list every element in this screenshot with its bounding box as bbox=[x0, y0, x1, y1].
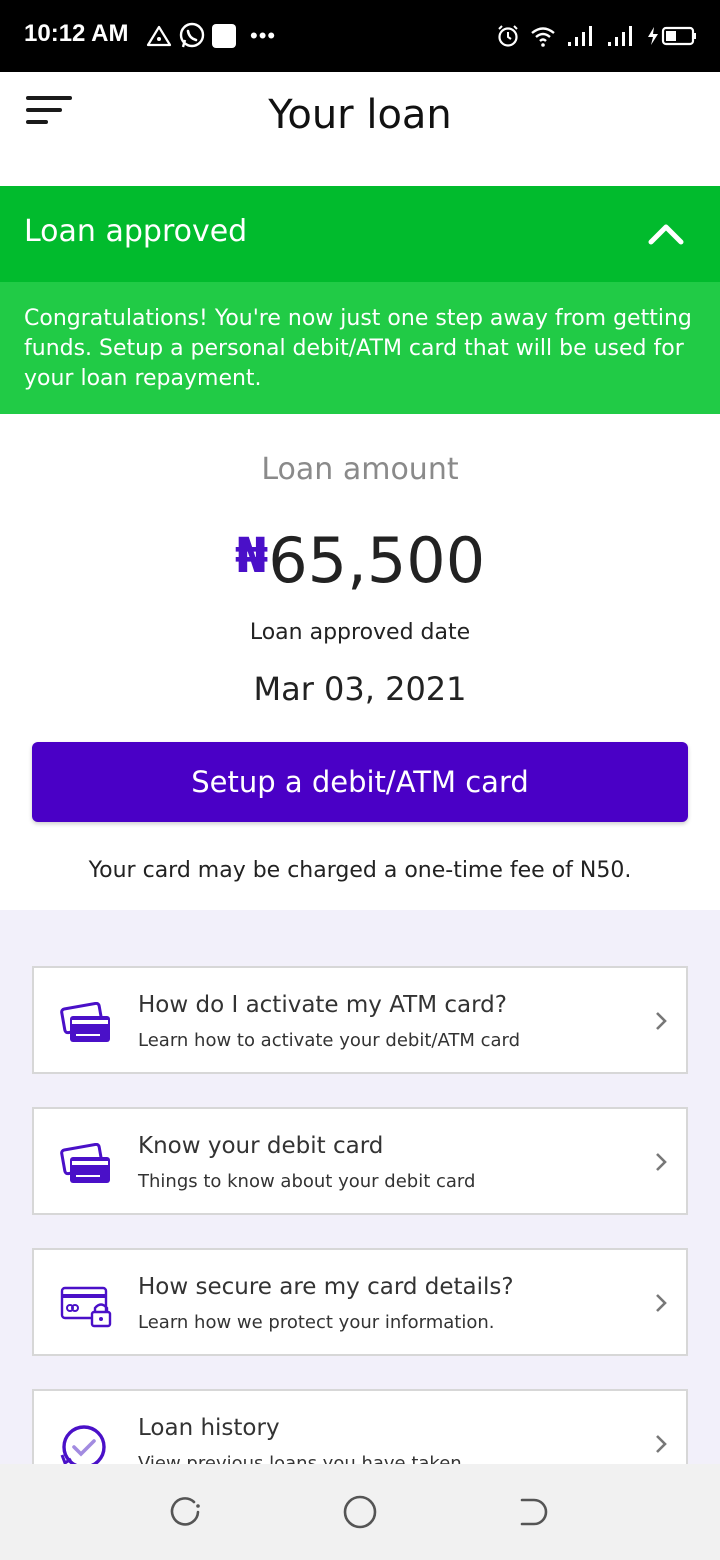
info-item-subtitle: View previous loans you have taken bbox=[138, 1453, 462, 1464]
info-item-subtitle: Learn how to activate your debit/ATM car… bbox=[138, 1030, 521, 1051]
signal-icon bbox=[568, 26, 592, 46]
signal-icon bbox=[608, 26, 632, 46]
loan-amount-label: Loan amount bbox=[261, 452, 459, 487]
wifi-icon bbox=[531, 27, 555, 47]
info-item-title: Loan history bbox=[138, 1415, 280, 1441]
recents-icon[interactable] bbox=[168, 1494, 204, 1530]
alarm-icon bbox=[498, 25, 518, 47]
info-item-title: How secure are my card details? bbox=[138, 1274, 514, 1300]
info-item-subtitle: Learn how we protect your information. bbox=[138, 1312, 495, 1333]
loan-amount: ₦65,500 bbox=[0, 524, 720, 597]
approved-date: Mar 03, 2021 bbox=[253, 670, 467, 708]
whatsapp-icon bbox=[179, 22, 205, 48]
chevron-right-icon bbox=[656, 1153, 667, 1171]
home-icon[interactable] bbox=[342, 1494, 378, 1530]
battery-charging-icon bbox=[648, 26, 696, 46]
info-item-subtitle: Things to know about your debit card bbox=[138, 1171, 476, 1192]
status-left-icons: ••• bbox=[146, 22, 276, 50]
chevron-right-icon bbox=[656, 1294, 667, 1312]
banner-message: Congratulations! You're now just one ste… bbox=[24, 306, 692, 391]
banner-title: Loan approved bbox=[24, 214, 248, 249]
loan-approved-banner-body: Congratulations! You're now just one ste… bbox=[0, 282, 720, 414]
card-lock-icon bbox=[60, 1286, 112, 1328]
approved-date-label: Loan approved date bbox=[249, 620, 471, 645]
page-title: Your loan bbox=[268, 92, 452, 138]
credit-cards-icon bbox=[60, 1143, 110, 1183]
loan-approved-banner-header[interactable]: Loan approved bbox=[0, 186, 720, 282]
fee-note: Your card may be charged a one-time fee … bbox=[88, 858, 632, 883]
chevron-up-icon[interactable] bbox=[646, 216, 686, 252]
chevron-right-icon bbox=[656, 1012, 667, 1030]
loan-amount-value: 65,500 bbox=[268, 524, 486, 597]
app-square-icon bbox=[212, 24, 236, 48]
info-item-activate-card[interactable]: How do I activate my ATM card? Learn how… bbox=[32, 966, 688, 1074]
info-item-title: Know your debit card bbox=[138, 1133, 384, 1159]
currency-symbol: ₦ bbox=[234, 528, 269, 584]
info-item-title: How do I activate my ATM card? bbox=[138, 992, 507, 1018]
chevron-right-icon bbox=[656, 1435, 667, 1453]
more-dots-icon: ••• bbox=[250, 23, 277, 48]
back-icon[interactable] bbox=[516, 1494, 552, 1530]
info-item-loan-history[interactable]: Loan history View previous loans you hav… bbox=[32, 1389, 688, 1464]
info-item-card-security[interactable]: How secure are my card details? Learn ho… bbox=[32, 1248, 688, 1356]
status-right-icons bbox=[496, 22, 698, 50]
system-nav-bar bbox=[0, 1464, 720, 1560]
status-time: 10:12 AM bbox=[24, 20, 129, 47]
app-header: Your loan bbox=[0, 72, 720, 186]
status-bar: 10:12 AM ••• bbox=[0, 0, 720, 72]
alert-triangle-icon bbox=[146, 25, 172, 47]
info-item-know-debit-card[interactable]: Know your debit card Things to know abou… bbox=[32, 1107, 688, 1215]
history-check-icon bbox=[60, 1425, 106, 1464]
setup-card-button[interactable]: Setup a debit/ATM card bbox=[32, 742, 688, 822]
info-list: How do I activate my ATM card? Learn how… bbox=[0, 910, 720, 1464]
credit-cards-icon bbox=[60, 1002, 110, 1042]
